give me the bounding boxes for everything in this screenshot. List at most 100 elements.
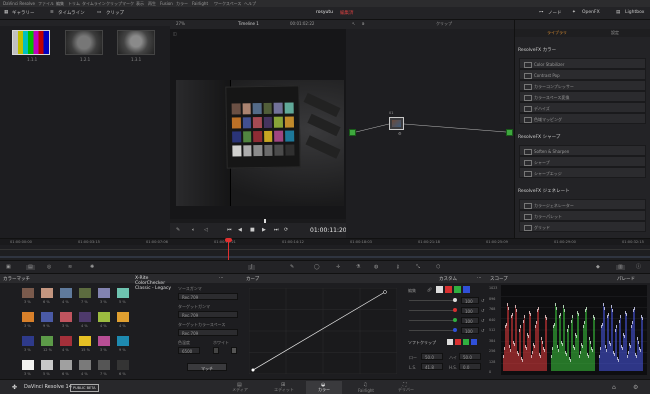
- color-swatch[interactable]: [22, 312, 34, 322]
- page-edit[interactable]: ⊞ エディット: [266, 381, 302, 394]
- gallery-still-1[interactable]: [12, 30, 50, 55]
- channel-r-button[interactable]: [445, 286, 452, 293]
- curve-graph[interactable]: [249, 288, 397, 374]
- color-swatch[interactable]: [41, 312, 53, 322]
- openfx-button[interactable]: OpenFX: [582, 10, 600, 15]
- curve-slider-track[interactable]: [409, 300, 455, 301]
- chart-name[interactable]: X-Rite ColorChecker Classic - Legacy: [135, 276, 173, 291]
- curve-value-input[interactable]: 100: [461, 327, 479, 334]
- reset-icon[interactable]: ↺: [481, 318, 484, 323]
- fx-item[interactable]: デハイズ: [519, 102, 646, 113]
- speaker-icon[interactable]: 🔈︎: [192, 228, 195, 233]
- lightbox-button[interactable]: Lightbox: [625, 10, 644, 15]
- curve-slider-track[interactable]: [409, 310, 455, 311]
- loop-icon[interactable]: ⟳: [284, 228, 288, 233]
- source-gamma-select[interactable]: Rec.709: [178, 293, 238, 300]
- color-swatch[interactable]: [22, 336, 34, 346]
- curve-slider-knob[interactable]: [453, 328, 457, 332]
- softclip-r-button[interactable]: [455, 339, 461, 345]
- motion-effects-icon[interactable]: ✺: [90, 265, 94, 270]
- reset-icon[interactable]: ↺: [481, 308, 484, 313]
- fx-item[interactable]: Color Stabilizer: [519, 58, 646, 69]
- color-swatch[interactable]: [41, 336, 53, 346]
- color-swatch[interactable]: [79, 312, 91, 322]
- gallery-still-2[interactable]: [65, 30, 103, 55]
- page-deliver[interactable]: ⛶ デリバー: [388, 381, 424, 394]
- channel-y-button[interactable]: [436, 286, 443, 293]
- color-swatch[interactable]: [117, 312, 129, 322]
- color-swatch[interactable]: [117, 288, 129, 298]
- color-swatch[interactable]: [60, 336, 72, 346]
- node-button[interactable]: ノード: [548, 10, 562, 16]
- curve-slider-knob[interactable]: [453, 308, 457, 312]
- panel-options-icon[interactable]: ⋯: [219, 276, 224, 281]
- corrector-node[interactable]: [389, 117, 404, 130]
- tab-settings[interactable]: 設定: [611, 31, 619, 35]
- curve-slider-track[interactable]: [409, 320, 455, 321]
- color-swatch[interactable]: [98, 360, 110, 370]
- reset-icon[interactable]: ↺: [481, 298, 484, 303]
- fx-item[interactable]: シャープ: [519, 156, 646, 167]
- custom-options-icon[interactable]: ⋯: [477, 276, 482, 281]
- gallery-button[interactable]: ギャラリー: [12, 10, 35, 16]
- camera-raw-icon[interactable]: ▣: [6, 265, 11, 270]
- color-swatch[interactable]: [41, 288, 53, 298]
- rgb-mixer-icon[interactable]: ≋: [68, 265, 72, 270]
- zoom-level[interactable]: 27%: [176, 22, 185, 26]
- fx-item[interactable]: シャープエッジ: [519, 167, 646, 178]
- viewer-mode-icon[interactable]: ◫: [173, 31, 177, 36]
- reset-icon[interactable]: ↺: [481, 328, 484, 333]
- color-swatch[interactable]: [79, 288, 91, 298]
- color-swatch[interactable]: [22, 360, 34, 370]
- white-swatch[interactable]: [231, 347, 237, 354]
- curve-point-white[interactable]: [383, 290, 387, 294]
- curve-value-input[interactable]: 100: [461, 317, 479, 324]
- color-swatch[interactable]: [60, 288, 72, 298]
- info-icon[interactable]: ⓘ: [636, 265, 641, 270]
- fx-item[interactable]: カラーパレット: [519, 210, 646, 221]
- scopes-toggle-icon[interactable]: ▥: [616, 265, 625, 270]
- channel-g-button[interactable]: [454, 286, 461, 293]
- viewer[interactable]: ◫: [170, 29, 346, 219]
- play-icon[interactable]: ▶: [262, 228, 266, 233]
- playhead-marker[interactable]: [264, 219, 266, 223]
- white-picker[interactable]: [213, 347, 219, 354]
- target-gamma-select[interactable]: Rec.709: [178, 311, 238, 318]
- curves-tool-icon[interactable]: ∫: [248, 265, 255, 270]
- go-to-end-icon[interactable]: ⏭: [274, 228, 279, 233]
- blur-icon[interactable]: ◍: [374, 265, 378, 270]
- color-swatch[interactable]: [60, 360, 72, 370]
- ls-input[interactable]: 41.8: [421, 363, 443, 370]
- low-input[interactable]: 50.0: [421, 353, 443, 360]
- fx-item[interactable]: Contrast Pop: [519, 69, 646, 80]
- gallery-still-3[interactable]: [117, 30, 155, 55]
- mini-timeline[interactable]: [0, 238, 650, 260]
- softclip-y-button[interactable]: [447, 339, 453, 345]
- sizing-icon[interactable]: ⤡: [416, 265, 420, 270]
- 3d-icon[interactable]: ⬡: [436, 265, 440, 270]
- color-swatch[interactable]: [117, 336, 129, 346]
- magic-mask-icon[interactable]: ⚗: [356, 265, 360, 270]
- home-icon[interactable]: ⌂: [612, 384, 616, 391]
- channel-b-button[interactable]: [463, 286, 470, 293]
- stop-icon[interactable]: ■: [250, 228, 255, 233]
- tab-library[interactable]: ライブラリ: [547, 31, 567, 35]
- fx-item[interactable]: 色域マッピング: [519, 113, 646, 124]
- go-to-start-icon[interactable]: ⏮: [227, 228, 232, 233]
- curve-slider-knob[interactable]: [453, 318, 457, 322]
- tracker-icon[interactable]: ✛: [336, 265, 340, 270]
- play-reverse-icon[interactable]: ◀: [238, 228, 242, 233]
- color-match-icon[interactable]: ▤: [26, 265, 35, 270]
- color-wheels-icon[interactable]: ◎: [47, 265, 51, 270]
- color-swatch[interactable]: [41, 360, 53, 370]
- key-icon[interactable]: ⚷: [396, 265, 400, 270]
- menu-fairlight[interactable]: Fairlight: [192, 1, 208, 6]
- fx-item[interactable]: カラージェネレーター: [519, 199, 646, 210]
- page-media[interactable]: ▤ メディア: [222, 381, 258, 394]
- softclip-g-button[interactable]: [463, 339, 469, 345]
- curve-value-input[interactable]: 100: [461, 307, 479, 314]
- high-input[interactable]: 50.0: [459, 353, 481, 360]
- link-icon[interactable]: 🔗︎: [427, 287, 432, 292]
- color-swatch[interactable]: [22, 288, 34, 298]
- keyframes-icon[interactable]: ◆: [596, 265, 600, 270]
